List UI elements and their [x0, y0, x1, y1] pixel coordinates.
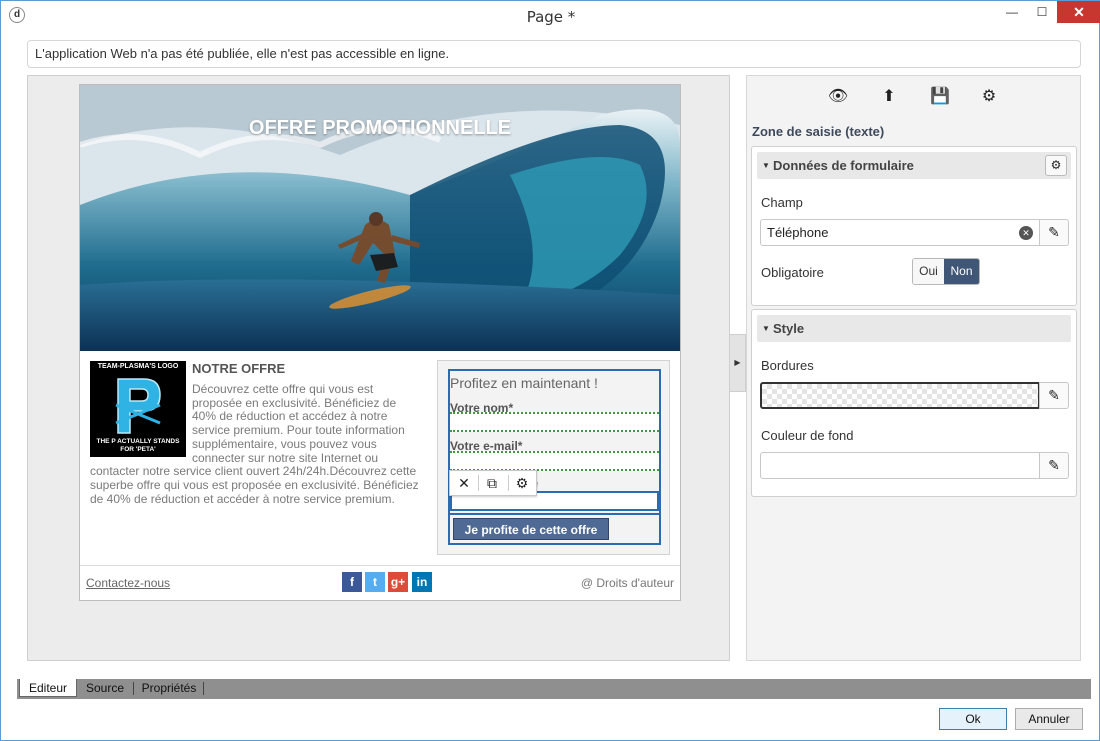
tab-properties[interactable]: Propriétés — [135, 679, 203, 697]
copyright-text: @ Droits d'auteur — [580, 576, 674, 590]
element-context-toolbar: ✕ ⧉ ⚙ — [449, 470, 537, 496]
footer-divider — [80, 565, 680, 566]
linkedin-glyph: in — [416, 575, 428, 589]
linkedin-icon[interactable]: in — [412, 572, 432, 592]
field-value: Téléphone — [767, 225, 829, 240]
close-button[interactable]: ✕ — [1057, 1, 1100, 23]
facebook-icon[interactable]: f — [342, 572, 362, 592]
field-select[interactable]: Téléphone ✕ — [760, 219, 1040, 246]
caret-down-icon: ▼ — [762, 161, 770, 170]
form-data-settings-icon[interactable]: ⚙ — [1045, 155, 1067, 176]
ok-button[interactable]: Ok — [939, 708, 1007, 730]
submit-offer-button[interactable]: Je profite de cette offre — [453, 518, 609, 540]
properties-heading: Zone de saisie (texte) — [752, 124, 885, 139]
edit-borders-icon[interactable]: ✎ — [1039, 382, 1069, 409]
caret-down-icon: ▼ — [762, 324, 770, 333]
required-label: Obligatoire — [761, 265, 824, 280]
form-panel: Profitez en maintenant ! Votre nom* Votr… — [437, 360, 670, 555]
banner-title: OFFRE PROMOTIONNELLE — [248, 117, 512, 139]
tab-separator — [203, 682, 204, 695]
google-plus-icon[interactable]: g+ — [388, 572, 408, 592]
required-yes-option[interactable]: Oui — [913, 259, 944, 284]
tab-source[interactable]: Source — [79, 679, 131, 697]
style-section-title: Style — [773, 321, 805, 336]
cancel-button[interactable]: Annuler — [1015, 708, 1083, 730]
save-icon[interactable]: 💾 — [929, 86, 951, 108]
maximize-button[interactable]: ☐ — [1027, 1, 1057, 23]
collapse-panel-button[interactable]: ▶ — [729, 334, 746, 392]
page-canvas: OFFRE PROMOTIONNELLE TEAM-PLASMA'S LOGO … — [79, 84, 681, 601]
toolbar-separator — [478, 475, 479, 491]
required-toggle[interactable]: Oui Non — [912, 258, 980, 285]
window-title: Page * — [526, 8, 576, 26]
toolbar-separator — [508, 475, 509, 491]
contact-link[interactable]: Contactez-nous — [86, 576, 170, 590]
form-data-section: ▼ Données de formulaire ⚙ Champ Téléphon… — [751, 146, 1077, 306]
delete-icon[interactable]: ✕ — [454, 474, 474, 492]
background-color-input[interactable] — [760, 452, 1040, 479]
dialog-window: d Page * — ☐ ✕ L'application Web n'a pas… — [0, 0, 1100, 741]
submit-row: Je profite de cette offre — [450, 513, 659, 543]
twitter-icon[interactable]: t — [365, 572, 385, 592]
duplicate-icon[interactable]: ⧉ — [482, 474, 502, 492]
tab-editor[interactable]: Editeur — [19, 679, 77, 697]
offer-text: Découvrez cette offre qui vous est propo… — [90, 382, 420, 506]
facebook-glyph: f — [350, 575, 354, 589]
borders-label: Bordures — [761, 358, 814, 373]
field-label: Champ — [761, 195, 803, 210]
email-input[interactable] — [450, 451, 659, 471]
form-container[interactable]: Profitez en maintenant ! Votre nom* Votr… — [448, 369, 661, 545]
background-color-label: Couleur de fond — [761, 428, 854, 443]
twitter-glyph: t — [373, 575, 377, 589]
edit-field-icon[interactable]: ✎ — [1039, 219, 1069, 246]
title-bar: d Page * — ☐ ✕ — [1, 1, 1100, 31]
preview-icon[interactable]: 👁 — [827, 86, 849, 108]
form-data-section-title: Données de formulaire — [773, 158, 914, 173]
form-heading: Profitez en maintenant ! — [450, 375, 598, 391]
style-section-header[interactable]: ▼ Style — [757, 315, 1071, 342]
required-no-option[interactable]: Non — [944, 259, 979, 284]
settings-icon[interactable]: ⚙ — [512, 474, 532, 492]
google-plus-glyph: g+ — [390, 575, 406, 589]
properties-panel: 👁 ⬆ 💾 ⚙ Zone de saisie (texte) ▼ Données… — [746, 75, 1081, 661]
logo-caption-top: TEAM-PLASMA'S LOGO — [97, 363, 179, 370]
editor-area: OFFRE PROMOTIONNELLE TEAM-PLASMA'S LOGO … — [27, 75, 730, 661]
tab-separator — [133, 682, 134, 695]
borders-input[interactable] — [760, 382, 1040, 409]
minimize-button[interactable]: — — [997, 1, 1027, 23]
edit-background-icon[interactable]: ✎ — [1039, 452, 1069, 479]
page-settings-icon[interactable]: ⚙ — [978, 86, 1000, 108]
publish-notice: L'application Web n'a pas été publiée, e… — [27, 40, 1081, 68]
style-section: ▼ Style Bordures ✎ Couleur de fond ✎ — [751, 309, 1077, 497]
form-data-section-header[interactable]: ▼ Données de formulaire ⚙ — [757, 152, 1071, 179]
banner-image[interactable]: OFFRE PROMOTIONNELLE — [80, 85, 680, 351]
offer-title: NOTRE OFFRE — [192, 361, 286, 376]
editor-tab-bar: Editeur Source Propriétés — [17, 679, 1091, 699]
clear-icon[interactable]: ✕ — [1019, 226, 1033, 240]
export-icon[interactable]: ⬆ — [878, 86, 900, 108]
name-input[interactable] — [450, 412, 659, 432]
